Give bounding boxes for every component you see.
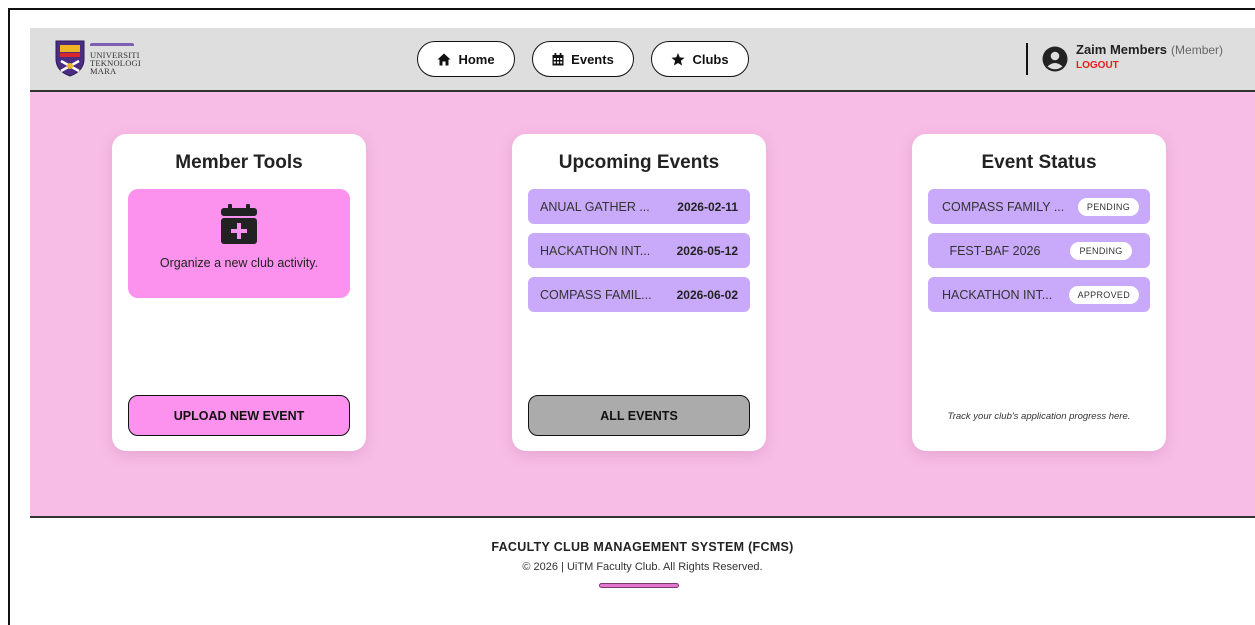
status-event-name: COMPASS FAMILY ... — [942, 199, 1065, 214]
nav-events-button[interactable]: Events — [532, 41, 634, 77]
nav-events-label: Events — [571, 51, 614, 67]
user-role: (Member) — [1171, 43, 1224, 57]
status-badge: APPROVED — [1068, 285, 1139, 304]
event-date: 2026-05-12 — [676, 243, 738, 258]
frame-top-border — [8, 8, 1255, 10]
nav-home-button[interactable]: Home — [417, 41, 515, 77]
logo-wordmark: UNIVERSITI TEKNOLOGI MARA — [90, 43, 141, 75]
list-item[interactable]: COMPASS FAMILY ... PENDING — [928, 189, 1150, 224]
user-info: Zaim Members (Member) LOGOUT — [1076, 42, 1223, 73]
footer-title: FACULTY CLUB MANAGEMENT SYSTEM (FCMS) — [491, 540, 794, 554]
upcoming-events-card: Upcoming Events ANUAL GATHER ... 2026-02… — [512, 134, 766, 451]
top-navbar: UNIVERSITI TEKNOLOGI MARA Home Events Cl… — [30, 28, 1255, 92]
member-tools-card: Member Tools Organize a new club activit… — [112, 134, 366, 451]
user-circle-icon[interactable] — [1042, 46, 1068, 72]
event-date: 2026-06-02 — [676, 287, 738, 302]
upcoming-events-title: Upcoming Events — [558, 152, 720, 173]
calendar-plus-icon — [221, 204, 257, 244]
nav-clubs-label: Clubs — [692, 51, 729, 67]
event-status-title: Event Status — [981, 152, 1097, 173]
footer-copyright: © 2026 | UiTM Faculty Club. All Rights R… — [522, 561, 763, 573]
all-events-button[interactable]: ALL EVENTS — [528, 395, 750, 436]
logo-line-3: MARA — [90, 66, 117, 76]
user-name: Zaim Members — [1076, 42, 1168, 57]
frame-left-border — [8, 8, 10, 625]
status-event-name: FEST-BAF 2026 — [949, 243, 1041, 258]
list-item[interactable]: ANUAL GATHER ... 2026-02-11 — [528, 189, 750, 224]
star-icon — [671, 52, 685, 65]
upload-new-event-button[interactable]: UPLOAD NEW EVENT — [128, 395, 350, 436]
logo-jawi-script — [90, 43, 134, 49]
main-nav: Home Events Clubs — [417, 41, 749, 77]
logout-link[interactable]: LOGOUT — [1076, 58, 1223, 73]
user-panel: Zaim Members (Member) LOGOUT — [1026, 42, 1223, 78]
footer-accent-bar — [599, 583, 679, 588]
event-date: 2026-02-11 — [677, 199, 738, 214]
nav-clubs-button[interactable]: Clubs — [651, 41, 749, 77]
user-divider — [1026, 43, 1028, 75]
event-name: COMPASS FAMIL... — [540, 287, 652, 302]
status-event-name: HACKATHON INT... — [942, 287, 1053, 302]
list-item[interactable]: FEST-BAF 2026 PENDING — [928, 233, 1150, 268]
uitm-logo[interactable]: UNIVERSITI TEKNOLOGI MARA — [54, 39, 144, 81]
organize-activity-tile[interactable]: Organize a new club activity. — [128, 189, 350, 298]
status-note: Track your club's application progress h… — [947, 411, 1131, 422]
nav-home-label: Home — [458, 51, 495, 67]
list-item[interactable]: HACKATHON INT... 2026-05-12 — [528, 233, 750, 268]
calendar-icon — [552, 52, 564, 65]
event-name: ANUAL GATHER ... — [540, 199, 650, 214]
list-item[interactable]: HACKATHON INT... APPROVED — [928, 277, 1150, 312]
event-status-list: COMPASS FAMILY ... PENDING FEST-BAF 2026… — [928, 189, 1150, 321]
event-name: HACKATHON INT... — [540, 243, 651, 258]
list-item[interactable]: COMPASS FAMIL... 2026-06-02 — [528, 277, 750, 312]
status-badge: PENDING — [1077, 197, 1139, 216]
upcoming-events-list: ANUAL GATHER ... 2026-02-11 HACKATHON IN… — [528, 189, 750, 321]
app-window: UNIVERSITI TEKNOLOGI MARA Home Events Cl… — [30, 28, 1255, 610]
status-badge: PENDING — [1070, 241, 1132, 260]
page-footer: FACULTY CLUB MANAGEMENT SYSTEM (FCMS) © … — [30, 518, 1255, 610]
event-status-card: Event Status COMPASS FAMILY ... PENDING … — [912, 134, 1166, 451]
home-icon — [437, 53, 451, 65]
uitm-crest-icon — [55, 40, 85, 77]
organize-activity-text: Organize a new club activity. — [159, 256, 319, 270]
member-tools-title: Member Tools — [175, 152, 303, 173]
dashboard-main: Member Tools Organize a new club activit… — [30, 92, 1255, 518]
